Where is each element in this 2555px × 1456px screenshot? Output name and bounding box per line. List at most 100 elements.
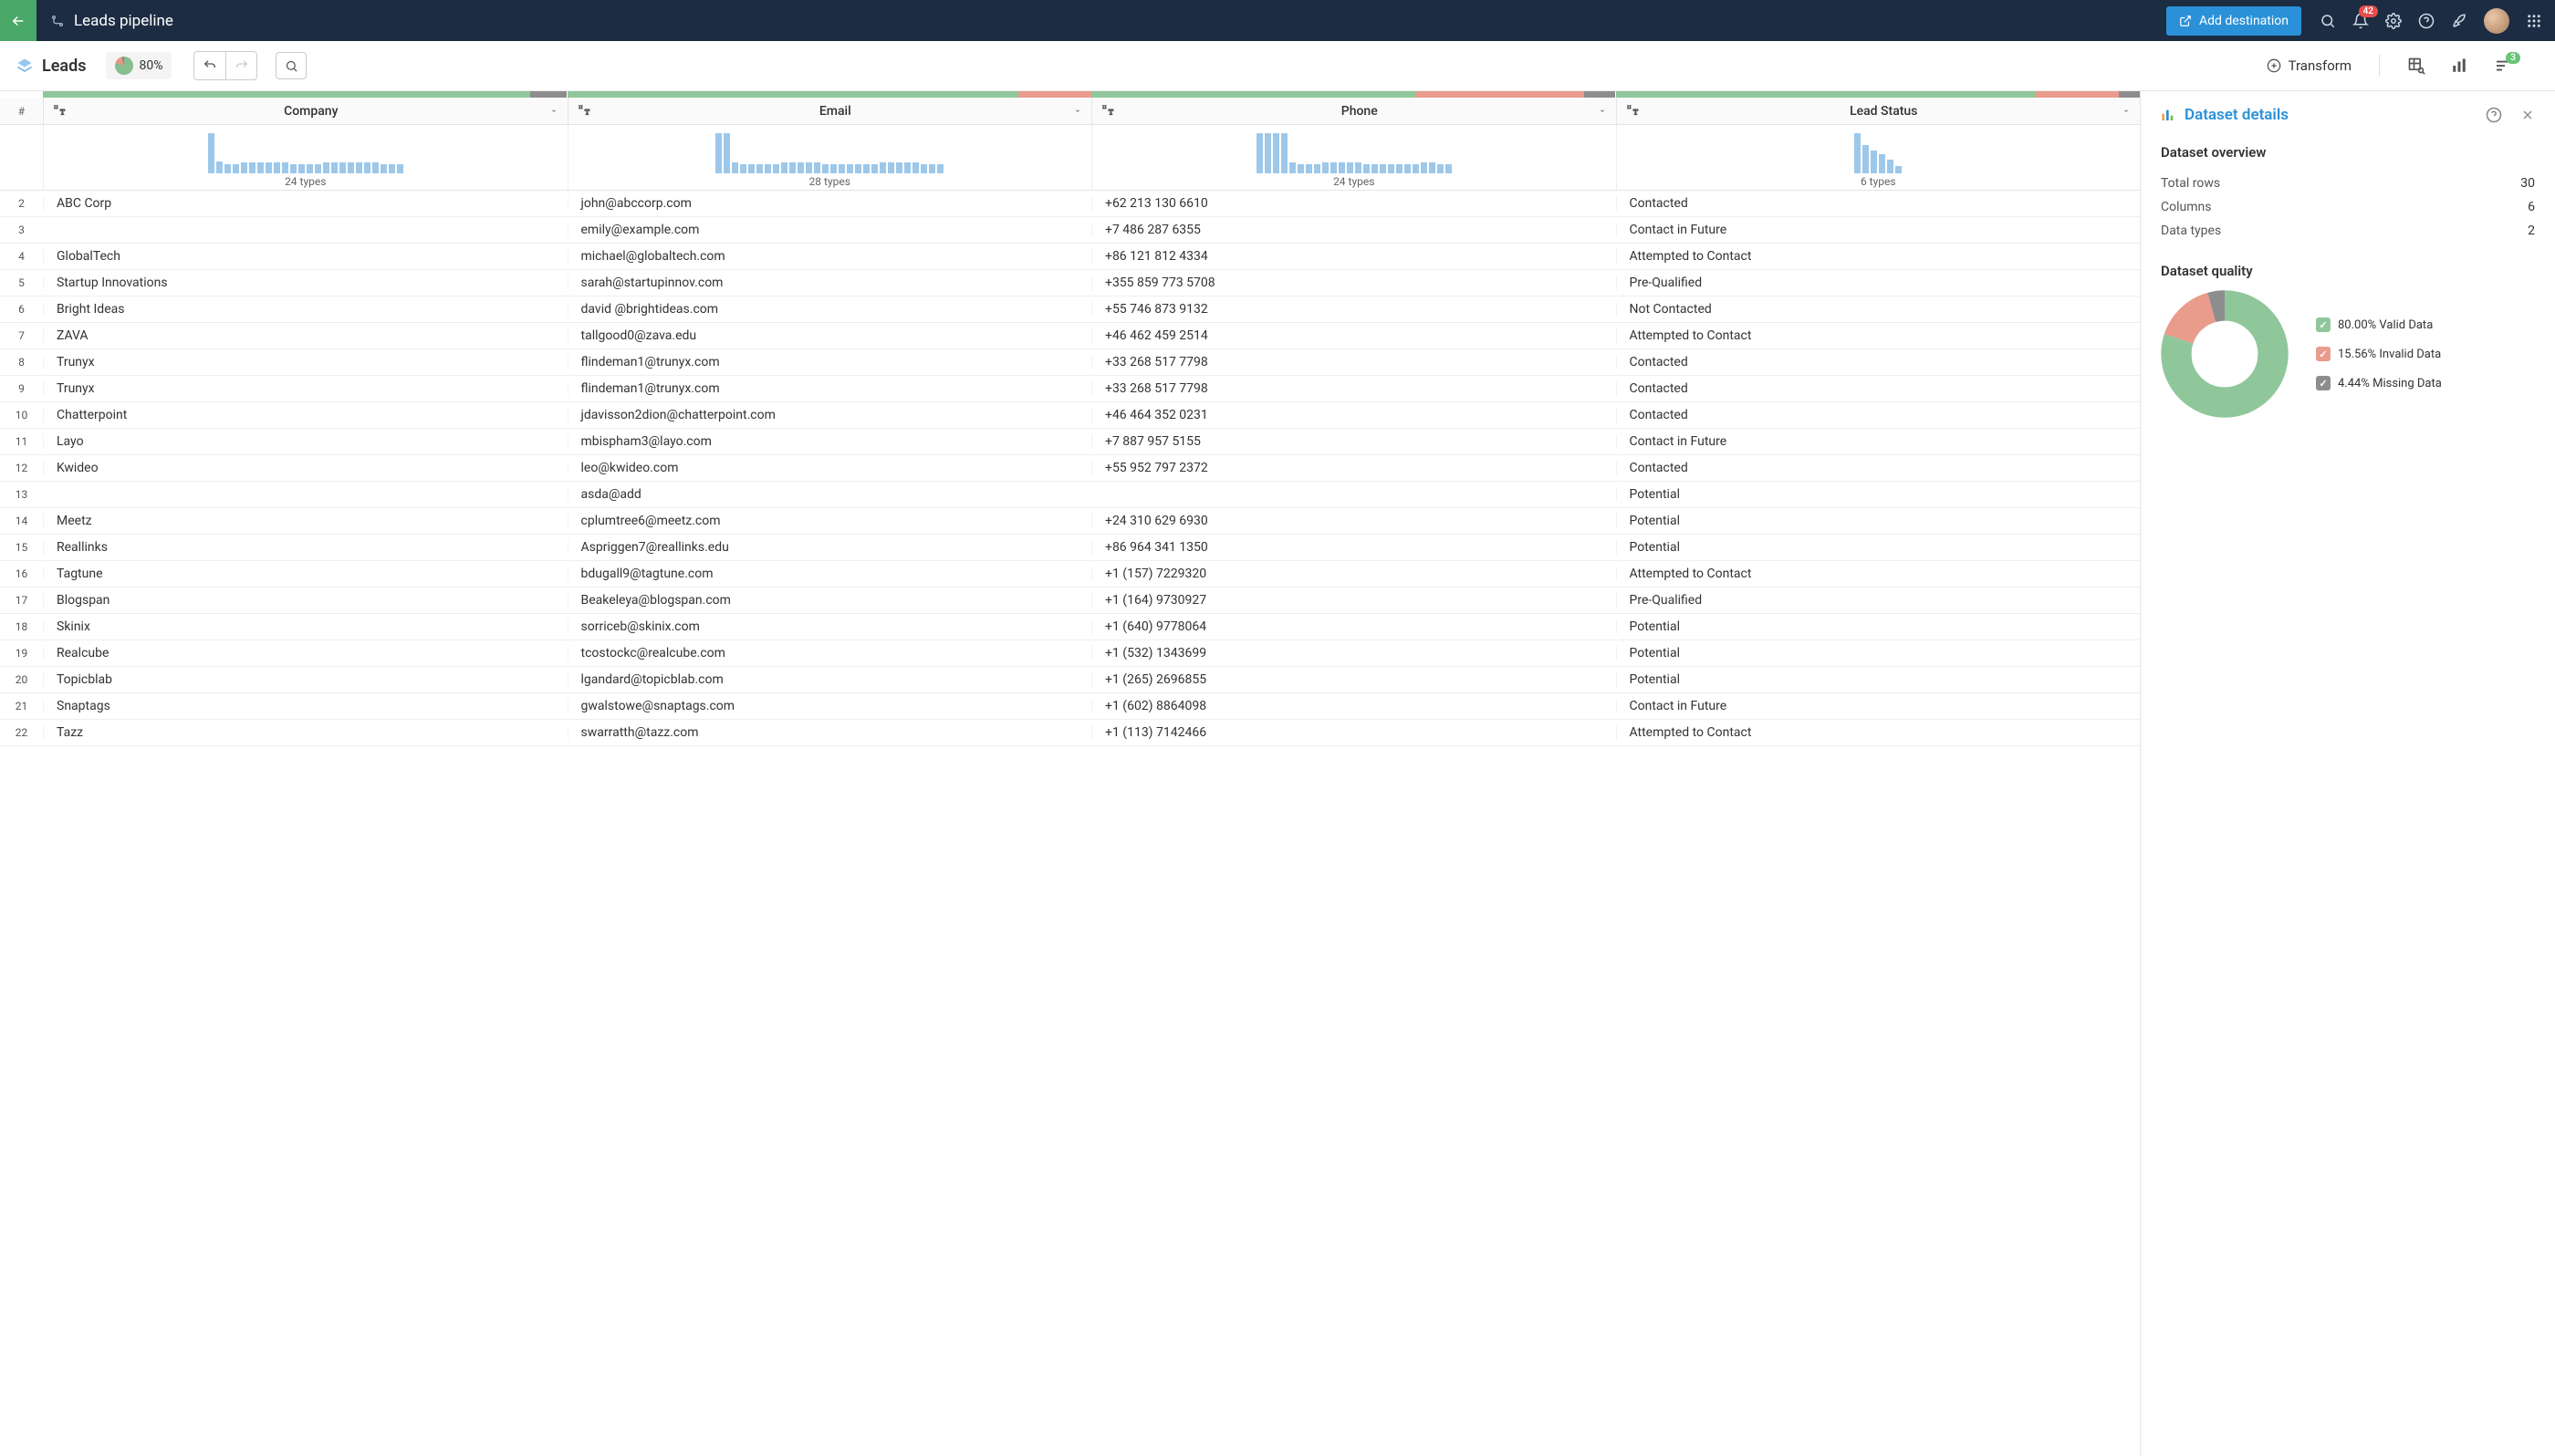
cell-email[interactable]: emily@example.com — [568, 223, 1092, 237]
cell-company[interactable]: Startup Innovations — [43, 276, 568, 290]
cell-status[interactable]: Pre-Qualified — [1616, 276, 2141, 290]
cell-status[interactable]: Contacted — [1616, 196, 2141, 211]
cell-email[interactable]: tcostockc@realcube.com — [568, 646, 1092, 660]
chart-view-button[interactable] — [2451, 57, 2467, 74]
table-row[interactable]: 12Kwideoleo@kwideo.com+55 952 797 2372Co… — [0, 455, 2140, 482]
redo-button[interactable] — [225, 52, 256, 79]
table-row[interactable]: 18Skinixsorriceb@skinix.com+1 (640) 9778… — [0, 614, 2140, 640]
cell-email[interactable]: sarah@startupinnov.com — [568, 276, 1092, 290]
undo-button[interactable] — [194, 52, 225, 79]
cell-status[interactable]: Contacted — [1616, 408, 2141, 422]
table-row[interactable]: 3emily@example.com+7 486 287 6355Contact… — [0, 217, 2140, 244]
cell-email[interactable]: swarratth@tazz.com — [568, 725, 1092, 740]
notifications-button[interactable]: 42 — [2352, 13, 2369, 29]
cell-status[interactable]: Contacted — [1616, 461, 2141, 475]
cell-email[interactable]: tallgood0@zava.edu — [568, 328, 1092, 343]
table-row[interactable]: 16Tagtunebdugall9@tagtune.com+1 (157) 72… — [0, 561, 2140, 588]
cell-phone[interactable]: +24 310 629 6930 — [1091, 514, 1616, 528]
cell-company[interactable]: Skinix — [43, 619, 568, 634]
cell-phone[interactable]: +86 121 812 4334 — [1091, 249, 1616, 264]
cell-email[interactable]: bdugall9@tagtune.com — [568, 567, 1092, 581]
cell-company[interactable]: Snaptags — [43, 699, 568, 713]
column-menu-button[interactable] — [1073, 107, 1082, 116]
cell-phone[interactable]: +86 964 341 1350 — [1091, 540, 1616, 555]
avatar[interactable] — [2484, 8, 2509, 34]
cell-email[interactable]: flindeman1@trunyx.com — [568, 355, 1092, 369]
cell-email[interactable]: lgandard@topicblab.com — [568, 672, 1092, 687]
cell-email[interactable]: flindeman1@trunyx.com — [568, 381, 1092, 396]
settings-button[interactable] — [2385, 13, 2402, 29]
cell-phone[interactable]: +55 952 797 2372 — [1091, 461, 1616, 475]
cell-status[interactable]: Attempted to Contact — [1616, 249, 2141, 264]
cell-status[interactable]: Contact in Future — [1616, 699, 2141, 713]
table-row[interactable]: 22Tazzswarratth@tazz.com+1 (113) 7142466… — [0, 720, 2140, 746]
cell-email[interactable]: Aspriggen7@reallinks.edu — [568, 540, 1092, 555]
cell-phone[interactable]: +46 462 459 2514 — [1091, 328, 1616, 343]
column-menu-button[interactable] — [2122, 107, 2131, 116]
cell-company[interactable]: Meetz — [43, 514, 568, 528]
legend-item[interactable]: ✓4.44% Missing Data — [2316, 376, 2442, 390]
schema-button[interactable] — [2407, 57, 2425, 75]
cell-status[interactable]: Pre-Qualified — [1616, 593, 2141, 608]
cell-email[interactable]: john@abccorp.com — [568, 196, 1092, 211]
getting-started-button[interactable] — [2451, 13, 2467, 29]
cell-phone[interactable]: +355 859 773 5708 — [1091, 276, 1616, 290]
legend-item[interactable]: ✓80.00% Valid Data — [2316, 317, 2442, 332]
table-row[interactable]: 17BlogspanBeakeleya@blogspan.com+1 (164)… — [0, 588, 2140, 614]
cell-status[interactable]: Potential — [1616, 540, 2141, 555]
cell-email[interactable]: gwalstowe@snaptags.com — [568, 699, 1092, 713]
add-destination-button[interactable]: Add destination — [2166, 6, 2301, 36]
table-row[interactable]: 7ZAVAtallgood0@zava.edu+46 462 459 2514A… — [0, 323, 2140, 349]
table-row[interactable]: 2ABC Corpjohn@abccorp.com+62 213 130 661… — [0, 191, 2140, 217]
table-row[interactable]: 10Chatterpointjdavisson2dion@chatterpoin… — [0, 402, 2140, 429]
data-grid[interactable]: # TCompanyTEmailTPhoneTLead Status 24 ty… — [0, 91, 2140, 1456]
column-header[interactable]: TPhone — [1091, 98, 1616, 124]
table-row[interactable]: 15ReallinksAspriggen7@reallinks.edu+86 9… — [0, 535, 2140, 561]
cell-status[interactable]: Attempted to Contact — [1616, 328, 2141, 343]
cell-company[interactable]: Blogspan — [43, 593, 568, 608]
table-row[interactable]: 6Bright Ideasdavid @brightideas.com+55 7… — [0, 296, 2140, 323]
column-header[interactable]: TLead Status — [1616, 98, 2141, 124]
cell-company[interactable]: Layo — [43, 434, 568, 449]
cell-phone[interactable]: +1 (164) 9730927 — [1091, 593, 1616, 608]
apps-button[interactable] — [2526, 13, 2542, 29]
column-header[interactable]: TEmail — [568, 98, 1092, 124]
cell-email[interactable]: asda@add — [568, 487, 1092, 502]
cell-company[interactable]: Trunyx — [43, 381, 568, 396]
column-histogram[interactable]: 24 types — [43, 125, 568, 190]
table-row[interactable]: 20Topicblablgandard@topicblab.com+1 (265… — [0, 667, 2140, 693]
cell-status[interactable]: Contact in Future — [1616, 434, 2141, 449]
cell-email[interactable]: mbispham3@layo.com — [568, 434, 1092, 449]
cell-status[interactable]: Potential — [1616, 487, 2141, 502]
cell-email[interactable]: michael@globaltech.com — [568, 249, 1092, 264]
cell-company[interactable]: Reallinks — [43, 540, 568, 555]
cell-email[interactable]: jdavisson2dion@chatterpoint.com — [568, 408, 1092, 422]
table-row[interactable]: 19Realcubetcostockc@realcube.com+1 (532)… — [0, 640, 2140, 667]
cell-phone[interactable]: +1 (602) 8864098 — [1091, 699, 1616, 713]
cell-status[interactable]: Attempted to Contact — [1616, 567, 2141, 581]
cell-company[interactable]: ZAVA — [43, 328, 568, 343]
table-row[interactable]: 14Meetzcplumtree6@meetz.com+24 310 629 6… — [0, 508, 2140, 535]
search-button[interactable] — [2320, 13, 2336, 29]
cell-email[interactable]: Beakeleya@blogspan.com — [568, 593, 1092, 608]
cell-status[interactable]: Contacted — [1616, 381, 2141, 396]
cell-status[interactable]: Potential — [1616, 514, 2141, 528]
cell-status[interactable]: Potential — [1616, 672, 2141, 687]
column-menu-button[interactable] — [549, 107, 558, 116]
cell-phone[interactable]: +1 (265) 2696855 — [1091, 672, 1616, 687]
table-row[interactable]: 8Trunyxflindeman1@trunyx.com+33 268 517 … — [0, 349, 2140, 376]
cell-phone[interactable]: +1 (157) 7229320 — [1091, 567, 1616, 581]
list-panel-button[interactable]: 3 — [2493, 57, 2511, 74]
cell-company[interactable]: Trunyx — [43, 355, 568, 369]
cell-status[interactable]: Not Contacted — [1616, 302, 2141, 317]
back-button[interactable] — [0, 0, 36, 41]
cell-email[interactable]: sorriceb@skinix.com — [568, 619, 1092, 634]
column-histogram[interactable]: 28 types — [568, 125, 1092, 190]
column-histogram[interactable]: 24 types — [1091, 125, 1616, 190]
cell-phone[interactable]: +1 (532) 1343699 — [1091, 646, 1616, 660]
cell-company[interactable]: Tagtune — [43, 567, 568, 581]
cell-company[interactable]: Bright Ideas — [43, 302, 568, 317]
quality-pill[interactable]: 80% — [106, 52, 172, 79]
table-search-button[interactable] — [276, 52, 307, 79]
table-row[interactable]: 5Startup Innovationssarah@startupinnov.c… — [0, 270, 2140, 296]
